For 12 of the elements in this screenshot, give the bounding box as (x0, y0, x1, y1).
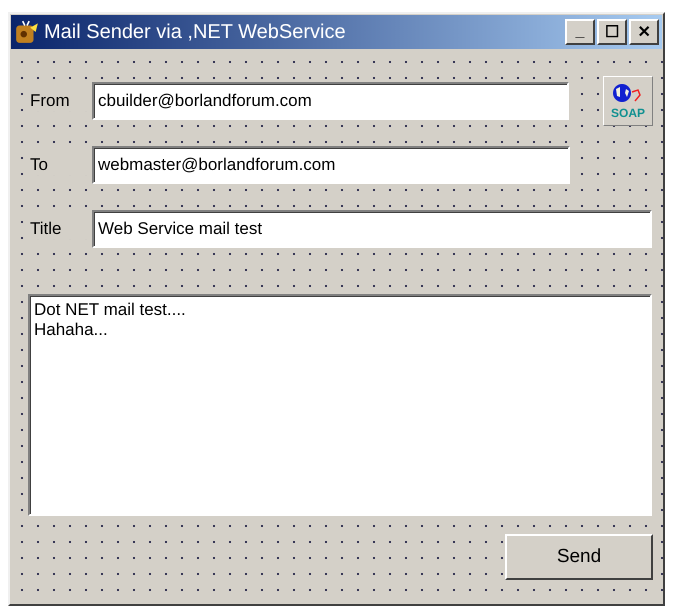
window-title: Mail Sender via ,NET WebService (44, 20, 347, 44)
message-body-field[interactable]: Dot NET mail test.... Hahaha... (28, 294, 652, 516)
window-control-button[interactable]: ✕ (629, 19, 659, 45)
app-icon (14, 19, 40, 45)
send-button[interactable]: Send (505, 534, 653, 580)
message-line: Dot NET mail test.... (34, 300, 187, 320)
input-field[interactable]: cbuilder@borlandforum.com (92, 82, 570, 120)
window-control-button[interactable]: _ (565, 19, 595, 45)
input-field[interactable]: webmaster@borlandforum.com (92, 146, 570, 184)
window-control-button[interactable]: ☐ (597, 19, 627, 45)
input-field[interactable]: Web Service mail test (92, 210, 652, 248)
message-line: Hahaha... (34, 320, 109, 340)
